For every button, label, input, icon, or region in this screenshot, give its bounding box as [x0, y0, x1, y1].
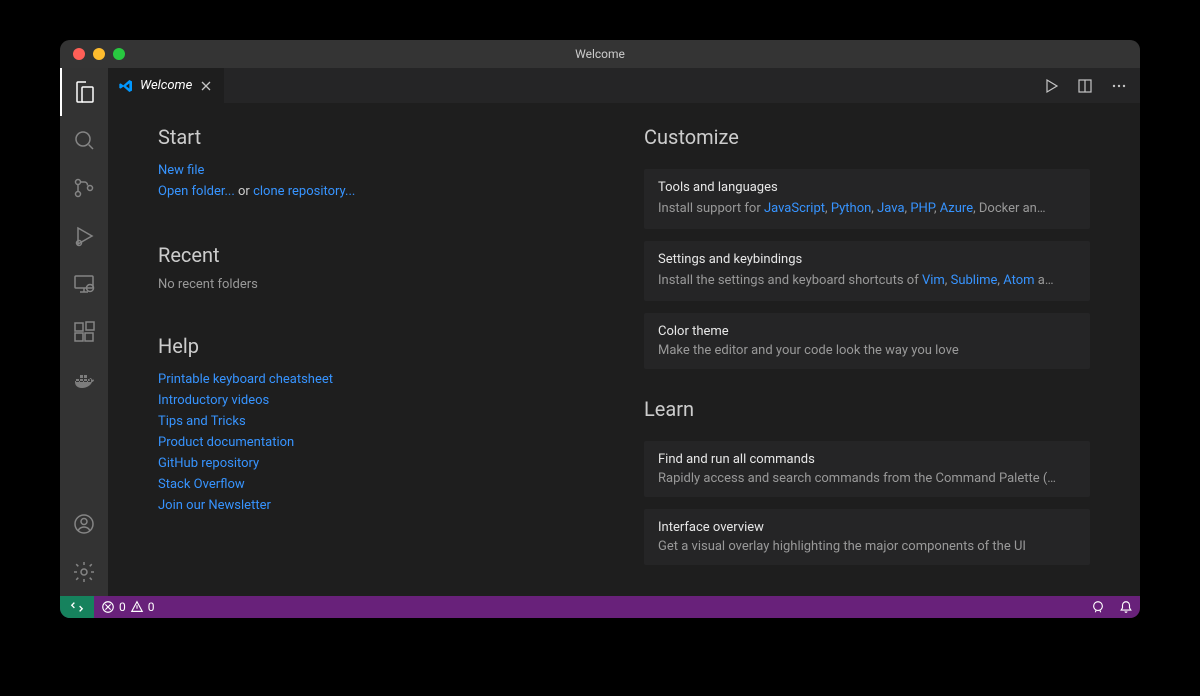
- split-editor-icon[interactable]: [1076, 77, 1094, 95]
- start-heading: Start: [158, 125, 604, 149]
- window-body: Welcome Start New file: [60, 68, 1140, 596]
- editor-area: Welcome Start New file: [108, 68, 1140, 596]
- color-theme-card[interactable]: Color theme Make the editor and your cod…: [644, 313, 1090, 369]
- explorer-icon[interactable]: [60, 68, 108, 116]
- status-bar: 0 0: [60, 596, 1140, 618]
- window-title: Welcome: [575, 47, 625, 61]
- card-title: Settings and keybindings: [658, 252, 1076, 267]
- minimize-window-button[interactable]: [93, 48, 105, 60]
- remote-button[interactable]: [60, 596, 94, 618]
- customize-section: Customize: [644, 125, 1090, 149]
- keymap-atom[interactable]: Atom: [1003, 273, 1034, 288]
- close-icon[interactable]: [198, 78, 214, 94]
- error-count: 0: [119, 600, 126, 614]
- card-desc: Get a visual overlay highlighting the ma…: [658, 539, 1076, 554]
- problems-button[interactable]: 0 0: [94, 596, 162, 618]
- activity-bar: [60, 68, 108, 596]
- help-stackoverflow-link[interactable]: Stack Overflow: [158, 477, 245, 492]
- card-desc: Make the editor and your code look the w…: [658, 343, 1076, 358]
- card-desc: Rapidly access and search commands from …: [658, 471, 1076, 486]
- source-control-icon[interactable]: [60, 164, 108, 212]
- help-newsletter-link[interactable]: Join our Newsletter: [158, 498, 271, 513]
- tab-welcome[interactable]: Welcome: [108, 68, 224, 103]
- help-section: Help Printable keyboard cheatsheet Intro…: [158, 334, 604, 515]
- tab-bar: Welcome: [108, 68, 1140, 103]
- recent-section: Recent No recent folders: [158, 243, 604, 292]
- lang-javascript[interactable]: JavaScript: [764, 201, 825, 216]
- clone-repository-link[interactable]: clone repository...: [253, 184, 355, 199]
- lang-azure[interactable]: Azure: [940, 201, 973, 216]
- card-title: Find and run all commands: [658, 452, 1076, 467]
- welcome-content: Start New file Open folder... or clone r…: [108, 103, 1140, 596]
- tools-languages-card[interactable]: Tools and languages Install support for …: [644, 169, 1090, 229]
- open-folder-link[interactable]: Open folder...: [158, 184, 235, 199]
- close-window-button[interactable]: [73, 48, 85, 60]
- start-section: Start New file Open folder... or clone r…: [158, 125, 604, 201]
- lang-java[interactable]: Java: [877, 201, 904, 216]
- notifications-icon[interactable]: [1112, 596, 1140, 618]
- titlebar[interactable]: Welcome: [60, 40, 1140, 68]
- run-icon[interactable]: [1042, 77, 1060, 95]
- recent-empty: No recent folders: [158, 277, 604, 292]
- customize-heading: Customize: [644, 125, 1090, 149]
- keymap-sublime[interactable]: Sublime: [951, 273, 998, 288]
- help-docs-link[interactable]: Product documentation: [158, 435, 294, 450]
- vscode-icon: [118, 78, 134, 94]
- lang-php[interactable]: PHP: [910, 201, 934, 216]
- find-commands-card[interactable]: Find and run all commands Rapidly access…: [644, 441, 1090, 497]
- recent-heading: Recent: [158, 243, 604, 267]
- accounts-icon[interactable]: [60, 500, 108, 548]
- window-controls: [73, 48, 125, 60]
- help-cheatsheet-link[interactable]: Printable keyboard cheatsheet: [158, 372, 333, 387]
- help-heading: Help: [158, 334, 604, 358]
- feedback-icon[interactable]: [1084, 596, 1112, 618]
- help-videos-link[interactable]: Introductory videos: [158, 393, 269, 408]
- interface-overview-card[interactable]: Interface overview Get a visual overlay …: [644, 509, 1090, 565]
- remote-explorer-icon[interactable]: [60, 260, 108, 308]
- tab-label: Welcome: [140, 78, 192, 93]
- learn-heading: Learn: [644, 397, 1090, 421]
- maximize-window-button[interactable]: [113, 48, 125, 60]
- extensions-icon[interactable]: [60, 308, 108, 356]
- lang-python[interactable]: Python: [831, 201, 871, 216]
- settings-gear-icon[interactable]: [60, 548, 108, 596]
- more-actions-icon[interactable]: [1110, 77, 1128, 95]
- card-title: Color theme: [658, 324, 1076, 339]
- help-github-link[interactable]: GitHub repository: [158, 456, 259, 471]
- vscode-window: Welcome: [60, 40, 1140, 618]
- help-tips-link[interactable]: Tips and Tricks: [158, 414, 246, 429]
- run-debug-icon[interactable]: [60, 212, 108, 260]
- card-desc: Install the settings and keyboard shortc…: [658, 271, 1076, 290]
- new-file-link[interactable]: New file: [158, 163, 204, 178]
- card-desc: Install support for JavaScript, Python, …: [658, 199, 1076, 218]
- or-text: or: [235, 184, 253, 199]
- warning-count: 0: [148, 600, 155, 614]
- settings-keybindings-card[interactable]: Settings and keybindings Install the set…: [644, 241, 1090, 301]
- learn-section: Learn: [644, 397, 1090, 421]
- search-icon[interactable]: [60, 116, 108, 164]
- card-title: Tools and languages: [658, 180, 1076, 195]
- keymap-vim[interactable]: Vim: [922, 273, 945, 288]
- docker-icon[interactable]: [60, 356, 108, 404]
- card-title: Interface overview: [658, 520, 1076, 535]
